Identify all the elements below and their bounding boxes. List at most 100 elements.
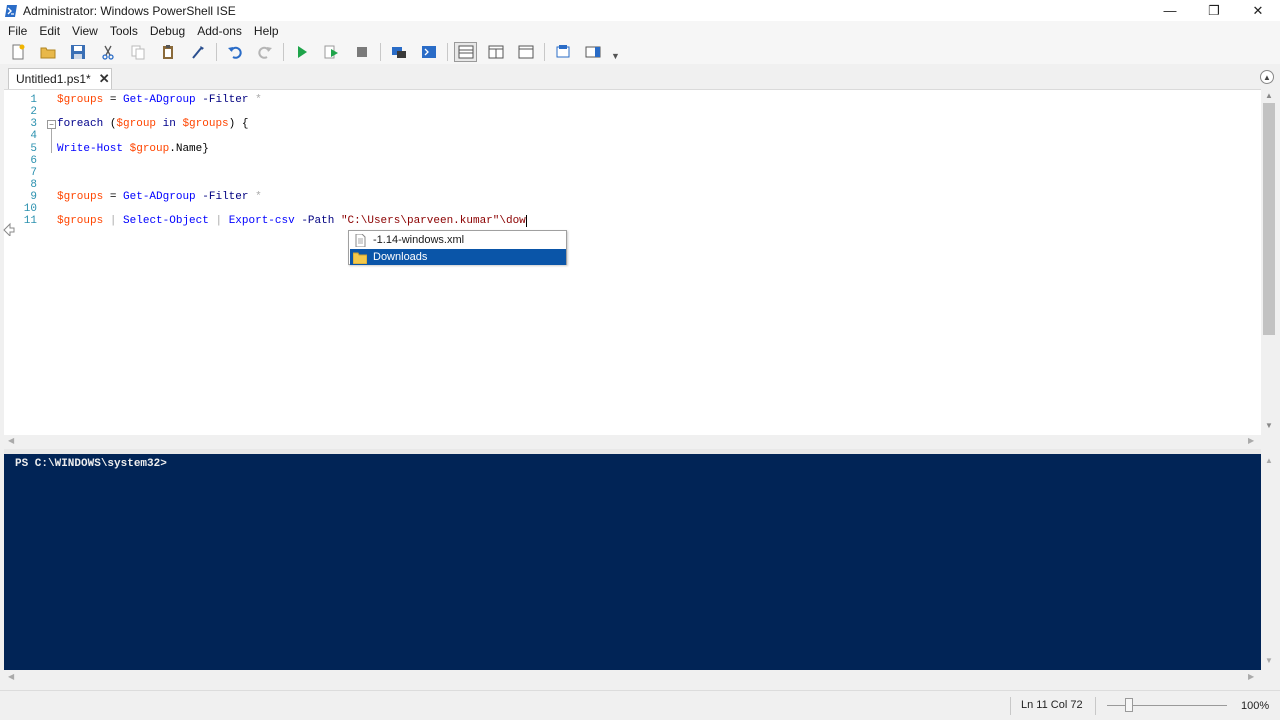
- status-separator: [1010, 697, 1011, 715]
- cursor-position: Ln 11 Col 72: [1021, 699, 1083, 711]
- code-token: Select-Object: [123, 215, 209, 227]
- menu-view[interactable]: View: [66, 24, 104, 38]
- line-number: 5: [30, 143, 37, 155]
- show-script-icon: [556, 45, 569, 58]
- powershell-ise-icon: [5, 4, 17, 17]
- tab-untitled1[interactable]: Untitled1.ps1* ✕: [8, 68, 112, 89]
- scroll-right-icon[interactable]: ▶: [1248, 436, 1254, 445]
- close-icon: ✕: [1252, 2, 1264, 18]
- close-icon[interactable]: ✕: [99, 71, 110, 87]
- code-text: Write-Host $group.Name}: [57, 143, 209, 155]
- close-window-button[interactable]: ✕: [1236, 0, 1280, 21]
- layout-right-button[interactable]: [484, 42, 507, 62]
- menu-debug[interactable]: Debug: [144, 24, 191, 38]
- line-number: 4: [30, 130, 37, 142]
- run-script-button[interactable]: [290, 42, 313, 62]
- status-bar: Ln 11 Col 72 100%: [0, 690, 1280, 720]
- toolbar-separator: [283, 43, 284, 61]
- code-token: .: [169, 143, 176, 155]
- minimize-button[interactable]: —: [1148, 0, 1192, 21]
- menu-help[interactable]: Help: [248, 24, 285, 38]
- editor-horizontal-scrollbar[interactable]: ◀ ▶: [4, 435, 1261, 449]
- scroll-right-icon[interactable]: ▶: [1248, 672, 1254, 681]
- start-powershell-button[interactable]: [417, 42, 440, 62]
- copy-button[interactable]: [126, 42, 149, 62]
- stop-button[interactable]: [350, 42, 373, 62]
- intellisense-item-selected[interactable]: Downloads: [350, 249, 566, 265]
- line-number: 10: [23, 203, 37, 215]
- run-selection-button[interactable]: [320, 42, 343, 62]
- scroll-left-icon[interactable]: ◀: [8, 672, 14, 681]
- line-number: 2: [30, 106, 37, 118]
- undo-icon: [227, 46, 242, 59]
- console-horizontal-scrollbar[interactable]: ◀ ▶: [4, 670, 1261, 687]
- scroll-up-icon[interactable]: ▲: [1261, 456, 1277, 465]
- menu-edit[interactable]: Edit: [33, 24, 66, 38]
- clear-console-button[interactable]: [186, 42, 209, 62]
- title-bar: Administrator: Windows PowerShell ISE — …: [0, 0, 1280, 21]
- new-icon: [12, 44, 24, 60]
- window-title: Administrator: Windows PowerShell ISE: [23, 3, 236, 18]
- copy-icon: [131, 45, 144, 60]
- zoom-slider-thumb[interactable]: [1124, 698, 1133, 712]
- console-vertical-scrollbar[interactable]: ▲ ▼: [1261, 454, 1277, 670]
- scroll-down-icon[interactable]: ▼: [1261, 421, 1277, 430]
- code-token: Name: [175, 143, 203, 155]
- text-caret: [525, 215, 527, 227]
- show-script-pane-button[interactable]: [551, 42, 574, 62]
- intellisense-item[interactable]: -1.14-windows.xml: [350, 232, 566, 248]
- cut-button[interactable]: [96, 42, 119, 62]
- layout-max-icon: [518, 45, 533, 59]
- cut-icon: [101, 45, 114, 60]
- paste-button[interactable]: [156, 42, 179, 62]
- commands-addon-button[interactable]: [581, 42, 604, 62]
- restore-button[interactable]: ❐: [1192, 0, 1236, 21]
- menu-file[interactable]: File: [2, 24, 33, 38]
- redo-button[interactable]: [253, 42, 276, 62]
- layout-max-button[interactable]: [514, 42, 537, 62]
- zoom-level: 100%: [1241, 700, 1270, 712]
- toolbar-overflow-icon[interactable]: ▼: [611, 51, 620, 61]
- scroll-left-icon[interactable]: ◀: [8, 436, 14, 445]
- console-pane[interactable]: PS C:\WINDOWS\system32>: [4, 454, 1261, 670]
- open-icon: [40, 47, 55, 59]
- code-token: =: [103, 94, 124, 106]
- save-button[interactable]: [66, 42, 89, 62]
- code-token: (: [103, 118, 117, 130]
- fold-toggle-icon[interactable]: −: [47, 120, 56, 129]
- code-token: $groups: [182, 118, 229, 130]
- code-text: $groups = Get-ADgroup -Filter *: [57, 191, 262, 203]
- code-token: -Filter: [202, 94, 249, 106]
- line-number: 7: [30, 167, 37, 179]
- code-token: *: [255, 94, 262, 106]
- scrollbar-thumb[interactable]: [1263, 103, 1275, 335]
- code-token: "C:\Users\parveen.kumar"\dow: [340, 215, 526, 227]
- code-text: $groups | Select-Object | Export-csv -Pa…: [57, 215, 527, 227]
- code-token: Write-Host: [57, 143, 124, 155]
- layout-top-button[interactable]: [454, 42, 477, 62]
- collapse-script-pane-icon[interactable]: ▲: [1260, 70, 1274, 84]
- undo-button[interactable]: [223, 42, 246, 62]
- file-icon: [355, 233, 366, 247]
- folder-icon: [353, 252, 367, 264]
- save-icon: [70, 45, 85, 59]
- remote-powershell-button[interactable]: [387, 42, 410, 62]
- intellisense-popup: -1.14-windows.xml Downloads: [348, 230, 567, 265]
- new-button[interactable]: [6, 42, 29, 62]
- code-token: }: [202, 143, 209, 155]
- toolbar-separator: [216, 43, 217, 61]
- script-editor[interactable]: 1 $groups = Get-ADgroup -Filter * 2 3 foreac…: [4, 89, 1261, 435]
- run-icon: [297, 46, 307, 58]
- commands-addon-icon: [585, 46, 600, 58]
- code-token: $group: [116, 118, 157, 130]
- menu-add-ons[interactable]: Add-ons: [191, 24, 248, 38]
- editor-vertical-scrollbar[interactable]: ▲ ▼: [1261, 89, 1277, 435]
- scroll-up-icon[interactable]: ▲: [1261, 91, 1277, 100]
- menu-tools[interactable]: Tools: [104, 24, 144, 38]
- minimize-icon: —: [1163, 3, 1177, 18]
- scroll-down-icon[interactable]: ▼: [1261, 656, 1277, 665]
- intellisense-item-label: -1.14-windows.xml: [373, 234, 465, 246]
- open-button[interactable]: [36, 42, 59, 62]
